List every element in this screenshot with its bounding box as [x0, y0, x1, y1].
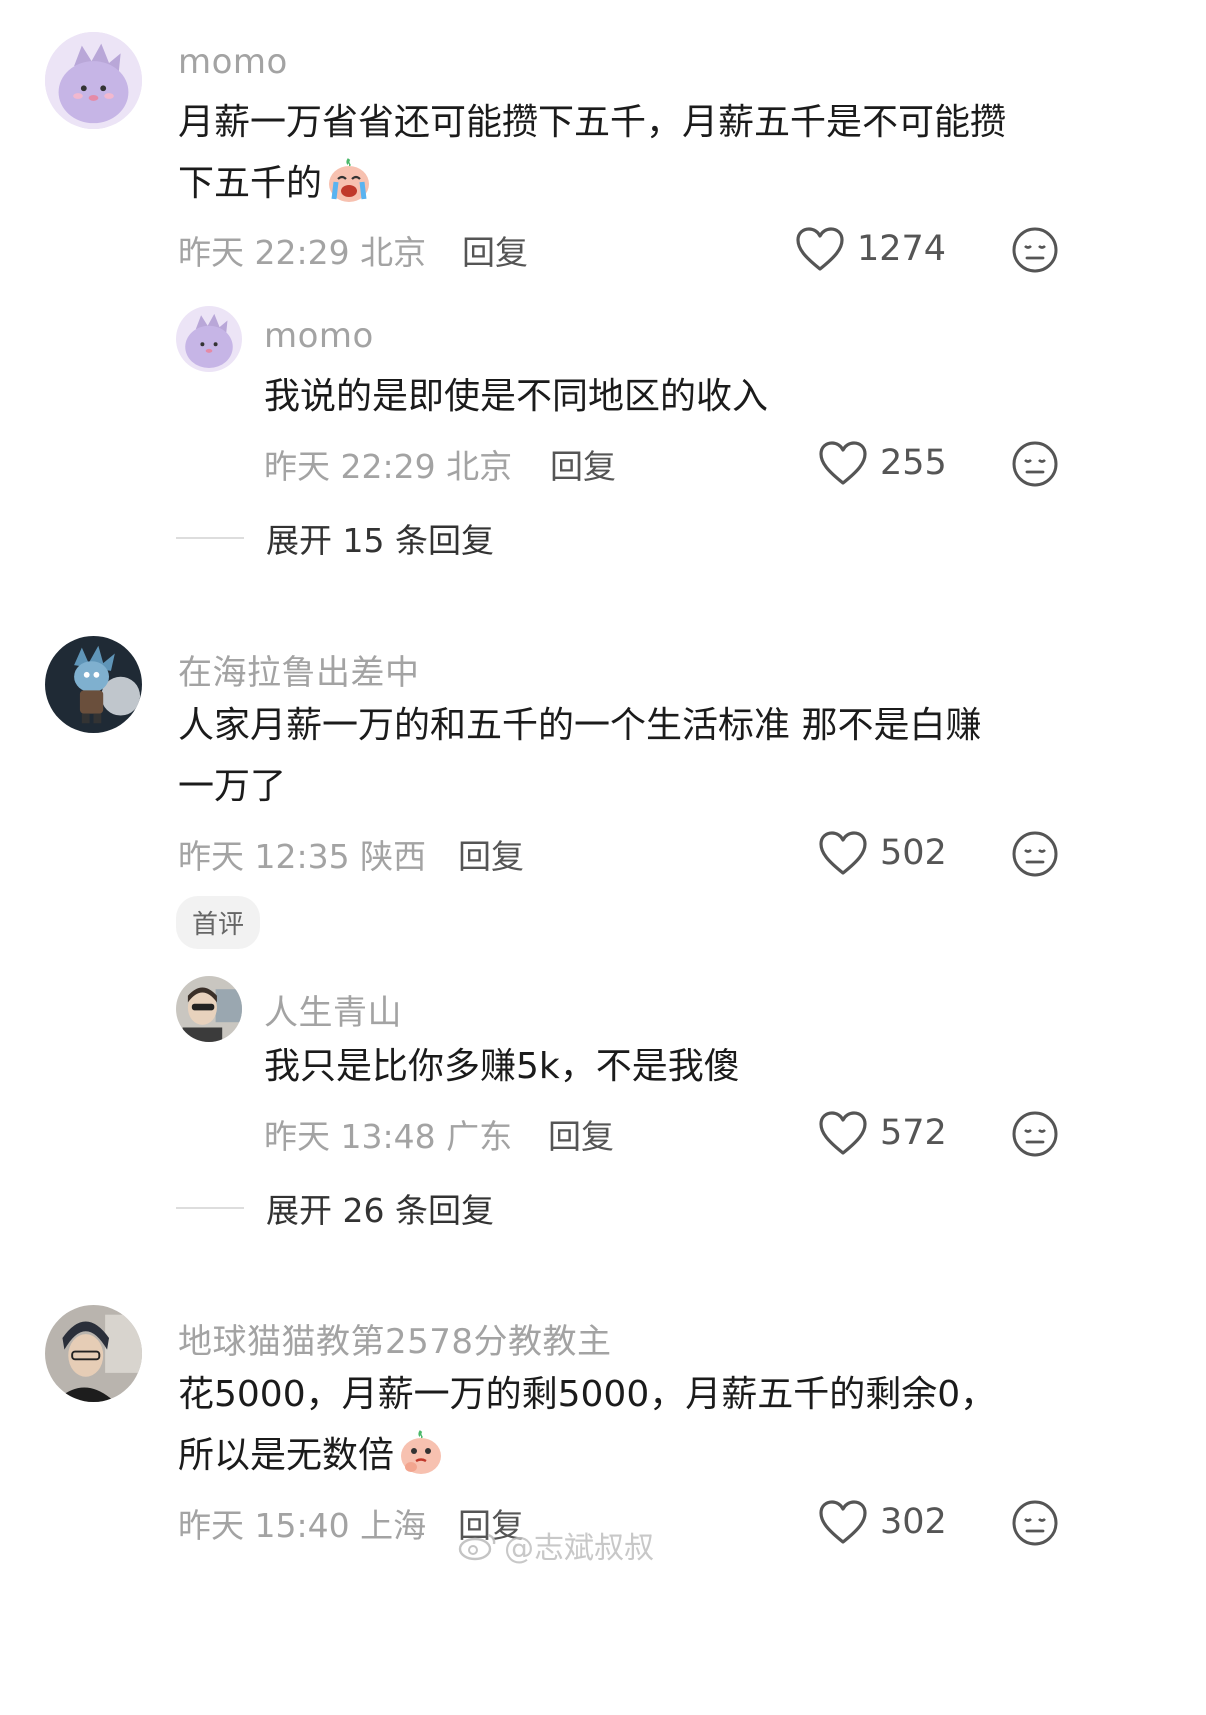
heart-outline-icon — [819, 831, 867, 875]
like-count: 502 — [880, 833, 947, 873]
reply-button[interactable]: 回复 — [462, 226, 528, 274]
purple-dino-avatar-icon — [45, 32, 142, 129]
neutral-face-icon[interactable] — [1010, 1498, 1060, 1548]
reply-button[interactable]: 回复 — [548, 1110, 614, 1158]
neutral-face-icon[interactable] — [1010, 829, 1060, 879]
comment-time-location: 昨天 22:29 北京 — [178, 233, 427, 272]
comment-time-location: 昨天 12:35 陕西 — [178, 837, 427, 876]
expand-replies-button[interactable]: 展开 26 条回复 — [176, 1184, 494, 1232]
like-count: 572 — [880, 1113, 947, 1153]
reply-time-location: 昨天 22:29 北京 — [264, 447, 513, 486]
username[interactable]: momo — [178, 42, 288, 82]
avatar[interactable] — [45, 636, 142, 733]
avatar[interactable] — [45, 32, 142, 129]
heart-outline-icon — [819, 1111, 867, 1155]
comment-time-location: 昨天 15:40 上海 — [178, 1506, 427, 1545]
thinking-face-emoji-icon — [401, 1430, 442, 1474]
heart-outline-icon — [819, 1500, 867, 1544]
reply-button[interactable]: 回复 — [458, 830, 524, 878]
neutral-face-icon[interactable] — [1010, 225, 1060, 275]
heart-outline-icon — [819, 441, 867, 485]
crying-face-emoji-icon — [329, 158, 370, 202]
divider — [176, 1207, 244, 1209]
watermark: @志斌叔叔 — [458, 1523, 654, 1567]
reply-text: 我说的是即使是不同地区的收入 — [264, 376, 769, 417]
username[interactable]: 在海拉鲁出差中 — [178, 645, 420, 694]
like-button[interactable]: 302 — [818, 1499, 947, 1545]
reply-time-location: 昨天 13:48 广东 — [264, 1117, 513, 1156]
avatar[interactable] — [45, 1305, 142, 1402]
comment-text-line-2: 所以是无数倍 — [178, 1425, 446, 1487]
comment-text-line-1: 月薪一万省省还可能攒下五千，月薪五千是不可能攒 — [178, 102, 1007, 143]
purple-dino-avatar-icon — [176, 306, 242, 372]
reply-text: 我只是比你多赚5k，不是我傻 — [264, 1046, 740, 1087]
reply-avatar[interactable] — [176, 306, 242, 372]
like-count: 302 — [880, 1502, 947, 1542]
like-button[interactable]: 1274 — [795, 226, 946, 272]
reply-button[interactable]: 回复 — [550, 440, 616, 488]
watermark-text: @志斌叔叔 — [504, 1531, 654, 1566]
username[interactable]: 地球猫猫教第2578分教教主 — [178, 1314, 612, 1363]
comment-text-line-2: 下五千的 — [178, 153, 374, 215]
expand-replies-label: 展开 15 条回复 — [266, 521, 494, 560]
first-comment-badge: 首评 — [176, 896, 261, 949]
expand-replies-label: 展开 26 条回复 — [266, 1191, 494, 1230]
heart-outline-icon — [796, 227, 844, 271]
comment-text: 下五千的 — [178, 163, 323, 204]
divider — [176, 537, 244, 539]
like-count: 255 — [880, 443, 947, 483]
comment-text-line-2: 一万了 — [178, 766, 287, 807]
reply-username[interactable]: momo — [264, 316, 374, 356]
person-photo-avatar-icon — [45, 1305, 142, 1402]
weibo-logo-icon — [458, 1533, 496, 1561]
comment-text-line-1: 人家月薪一万的和五千的一个生活标准 那不是白赚 — [178, 705, 982, 746]
neutral-face-icon[interactable] — [1010, 439, 1060, 489]
like-count: 1274 — [857, 229, 947, 269]
like-button[interactable]: 502 — [818, 830, 947, 876]
cartoon-character-avatar-icon — [45, 636, 142, 733]
like-button[interactable]: 255 — [818, 440, 947, 486]
expand-replies-button[interactable]: 展开 15 条回复 — [176, 514, 494, 562]
like-button[interactable]: 572 — [818, 1110, 947, 1156]
comment-text: 所以是无数倍 — [178, 1435, 395, 1476]
reply-avatar[interactable] — [176, 976, 242, 1042]
neutral-face-icon[interactable] — [1010, 1109, 1060, 1159]
comment-text-line-1: 花5000，月薪一万的剩5000，月薪五千的剩余0， — [178, 1374, 997, 1415]
person-photo-avatar-icon — [176, 976, 242, 1042]
reply-username[interactable]: 人生青山 — [264, 985, 402, 1034]
